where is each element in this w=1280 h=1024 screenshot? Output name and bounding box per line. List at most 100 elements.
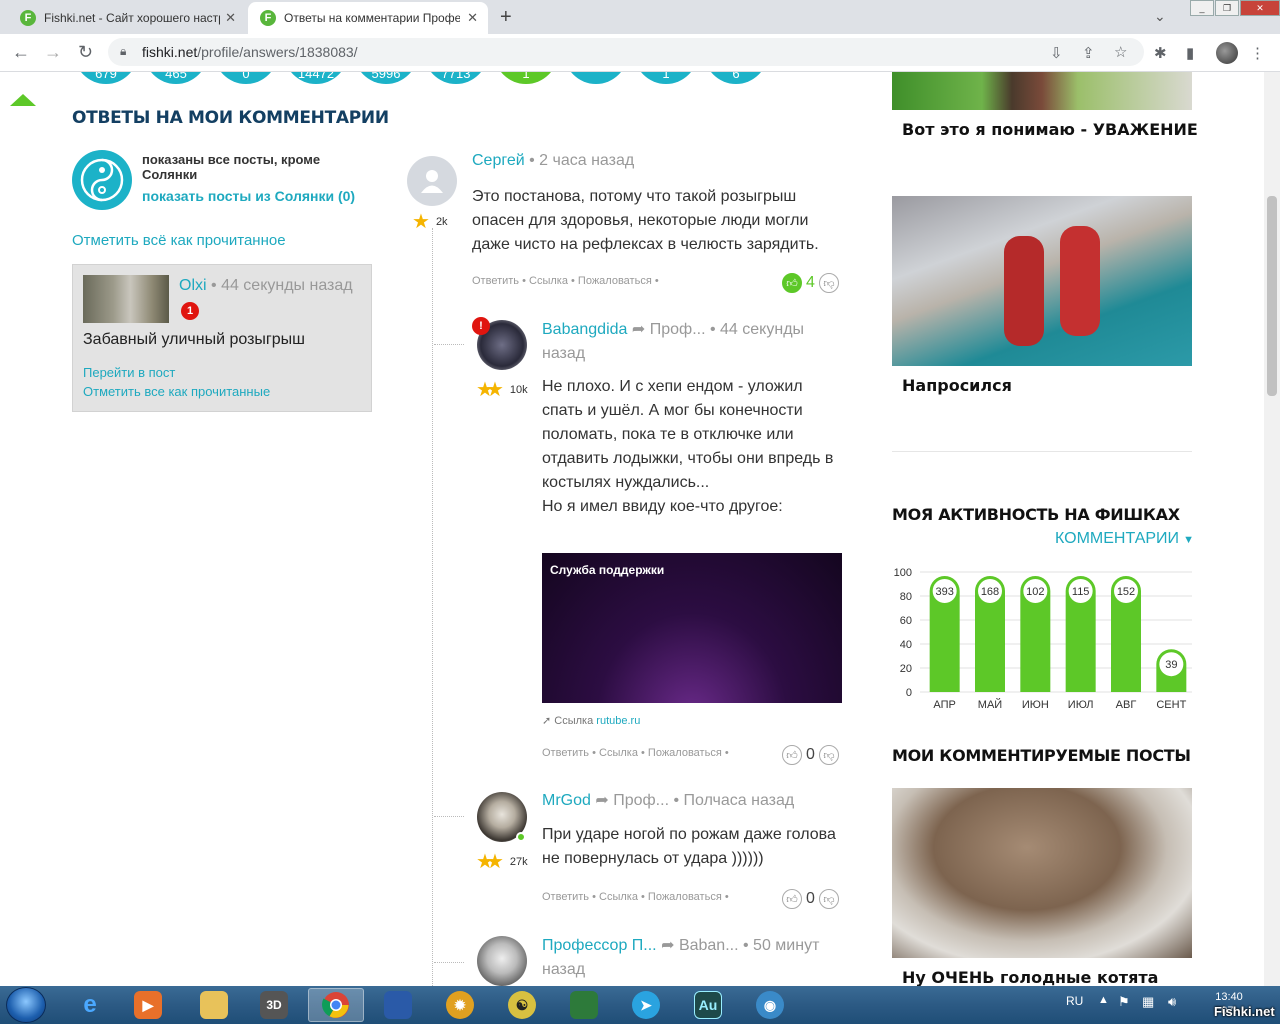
reply-to-link[interactable]: Проф... [613,792,669,809]
reply-to-link[interactable]: Baban... [679,937,739,954]
tab-fishki-home[interactable]: F Fishki.net - Сайт хорошего настр ✕ [8,2,246,34]
telegram-icon[interactable]: ➤ [618,988,674,1022]
scrollbar-thumb[interactable] [1267,196,1277,396]
stat-circle[interactable]: 6 [704,72,768,84]
stat-circle[interactable]: 679 [74,72,138,84]
show-solyanka-link[interactable]: показать посты из Солянки (0) [142,188,355,204]
address-bar[interactable]: 🔒︎ fishki.net/profile/answers/1838083/ ⇩… [108,38,1144,66]
side-panel-icon[interactable]: ▮ [1186,44,1194,62]
vote-widget: 👍︎ 0 👎︎ [782,745,839,765]
link-link[interactable]: Ссылка [529,275,568,287]
stat-circle[interactable]: 465 [144,72,208,84]
mark-read-link[interactable]: Отметить все как прочитанные [83,384,270,399]
forward-icon[interactable]: → [44,42,62,63]
thumbs-up-icon[interactable]: 👍︎ [782,889,802,909]
start-button-icon[interactable] [6,987,46,1023]
author-link[interactable]: Сергей [472,152,525,169]
flag-icon[interactable]: ⚑ [1118,994,1130,1010]
author-link[interactable]: MrGod [542,792,591,809]
post-image[interactable] [892,196,1192,366]
ie-icon[interactable]: e [62,988,118,1022]
media-player-icon[interactable]: ▶ [120,988,176,1022]
chrome-icon[interactable] [308,988,364,1022]
yin-yang-app-icon[interactable]: ☯ [494,988,550,1022]
tab-close-icon[interactable]: ✕ [467,10,478,26]
tab-search-chevron-icon[interactable]: ⌄ [1154,8,1166,25]
post-thumbnail[interactable] [83,275,169,323]
window-close-icon[interactable]: ✕ [1240,0,1280,16]
page-scrollbar[interactable] [1264,72,1280,986]
report-link[interactable]: Пожаловаться [648,747,722,759]
profile-avatar[interactable] [1216,42,1238,64]
tray-expand-icon[interactable]: ▲ [1098,994,1109,1006]
restore-icon[interactable]: ❐ [1215,0,1239,16]
author-link[interactable]: Babangdida [542,321,627,338]
post-image[interactable] [892,788,1192,958]
post-title-link[interactable]: Вот это я понимаю - УВАЖЕНИЕ [902,120,1198,139]
reply-to-link[interactable]: Проф... [650,321,706,338]
volume-icon[interactable]: 🔊︎ [1168,994,1176,1010]
chart-data-label: 39 [1165,659,1177,671]
remote-app-icon[interactable] [370,988,426,1022]
report-link[interactable]: Пожаловаться [578,275,652,287]
book-app-icon[interactable] [556,988,612,1022]
thumbs-down-icon[interactable]: 👎︎ [818,889,839,909]
network-icon[interactable]: ▦ [1142,994,1154,1010]
notification-card[interactable]: Olxi • 44 секунды назад 1 Забавный уличн… [72,264,372,412]
webcam-app-icon[interactable]: ◉ [742,988,798,1022]
url-text: fishki.net/profile/answers/1838083/ [142,44,358,60]
reply-link[interactable]: Ответить [542,891,589,903]
embed-source: ➚ Ссылка rutube.ru [542,715,641,727]
stat-circle[interactable]: 5996 [354,72,418,84]
post-title-link[interactable]: Напросился [902,376,1012,395]
avatar[interactable] [477,936,527,986]
share-icon[interactable]: ⇪ [1082,44,1095,62]
thumbs-down-icon[interactable]: 👎︎ [818,745,839,765]
bookmark-star-icon[interactable]: ☆ [1114,43,1127,61]
new-tab-icon[interactable]: + [500,6,512,29]
tab-close-icon[interactable]: ✕ [225,10,236,26]
reply-link[interactable]: Ответить [542,747,589,759]
explorer-folder-icon[interactable] [186,988,242,1022]
stat-circle[interactable]: 0 [214,72,278,84]
extensions-icon[interactable]: ✱ [1154,44,1167,62]
stat-circle[interactable]: 1 [634,72,698,84]
menu-dots-icon[interactable]: ⋮ [1250,44,1265,62]
back-icon[interactable]: ← [12,42,30,63]
stat-circle[interactable]: 14472 [284,72,348,84]
go-to-post-link[interactable]: Перейти в пост [83,365,175,380]
language-indicator[interactable]: RU [1066,994,1083,1008]
video-embed[interactable]: Служба поддержки [542,553,842,703]
thumbs-up-icon[interactable]: 👍︎ [782,273,802,293]
chart-y-tick-label: 20 [900,663,912,675]
stat-circle[interactable] [564,72,628,84]
minimize-icon[interactable]: _ [1190,0,1214,16]
activity-type-dropdown[interactable]: КОММЕНТАРИИ ▼ [1055,530,1194,548]
post-title-link[interactable]: Ну ОЧЕНЬ голодные котята [902,968,1158,986]
mark-all-read-link[interactable]: Отметить всё как прочитанное [72,232,286,249]
author-link[interactable]: Профессор П... [542,937,657,954]
comment-time: 2 часа назад [539,152,635,169]
report-link[interactable]: Пожаловаться [648,891,722,903]
author-link[interactable]: Olxi [179,277,207,294]
avatar[interactable] [407,156,457,206]
tab-answers[interactable]: F Ответы на комментарии Профе ✕ [248,2,488,34]
notification-post-title[interactable]: Забавный уличный розыгрыш [83,331,305,349]
scroll-up-arrow-icon[interactable] [10,94,36,106]
link-link[interactable]: Ссылка [599,891,638,903]
chart-y-tick-label: 40 [900,639,912,651]
thumbs-down-icon[interactable]: 👎︎ [818,273,839,293]
3d-app-icon[interactable]: 3D [246,988,302,1022]
audition-icon[interactable]: Au [680,988,736,1022]
install-icon[interactable]: ⇩ [1050,44,1063,62]
reload-icon[interactable]: ↻ [78,42,93,63]
chart-y-tick-label: 80 [900,591,912,603]
stat-circle-active[interactable]: 1 [494,72,558,84]
post-image[interactable] [892,72,1192,110]
link-link[interactable]: Ссылка [599,747,638,759]
reply-link[interactable]: Ответить [472,275,519,287]
stat-circle[interactable]: 7713 [424,72,488,84]
rutube-link[interactable]: rutube.ru [596,715,640,727]
sun-app-icon[interactable]: ✹ [432,988,488,1022]
thumbs-up-icon[interactable]: 👍︎ [782,745,802,765]
